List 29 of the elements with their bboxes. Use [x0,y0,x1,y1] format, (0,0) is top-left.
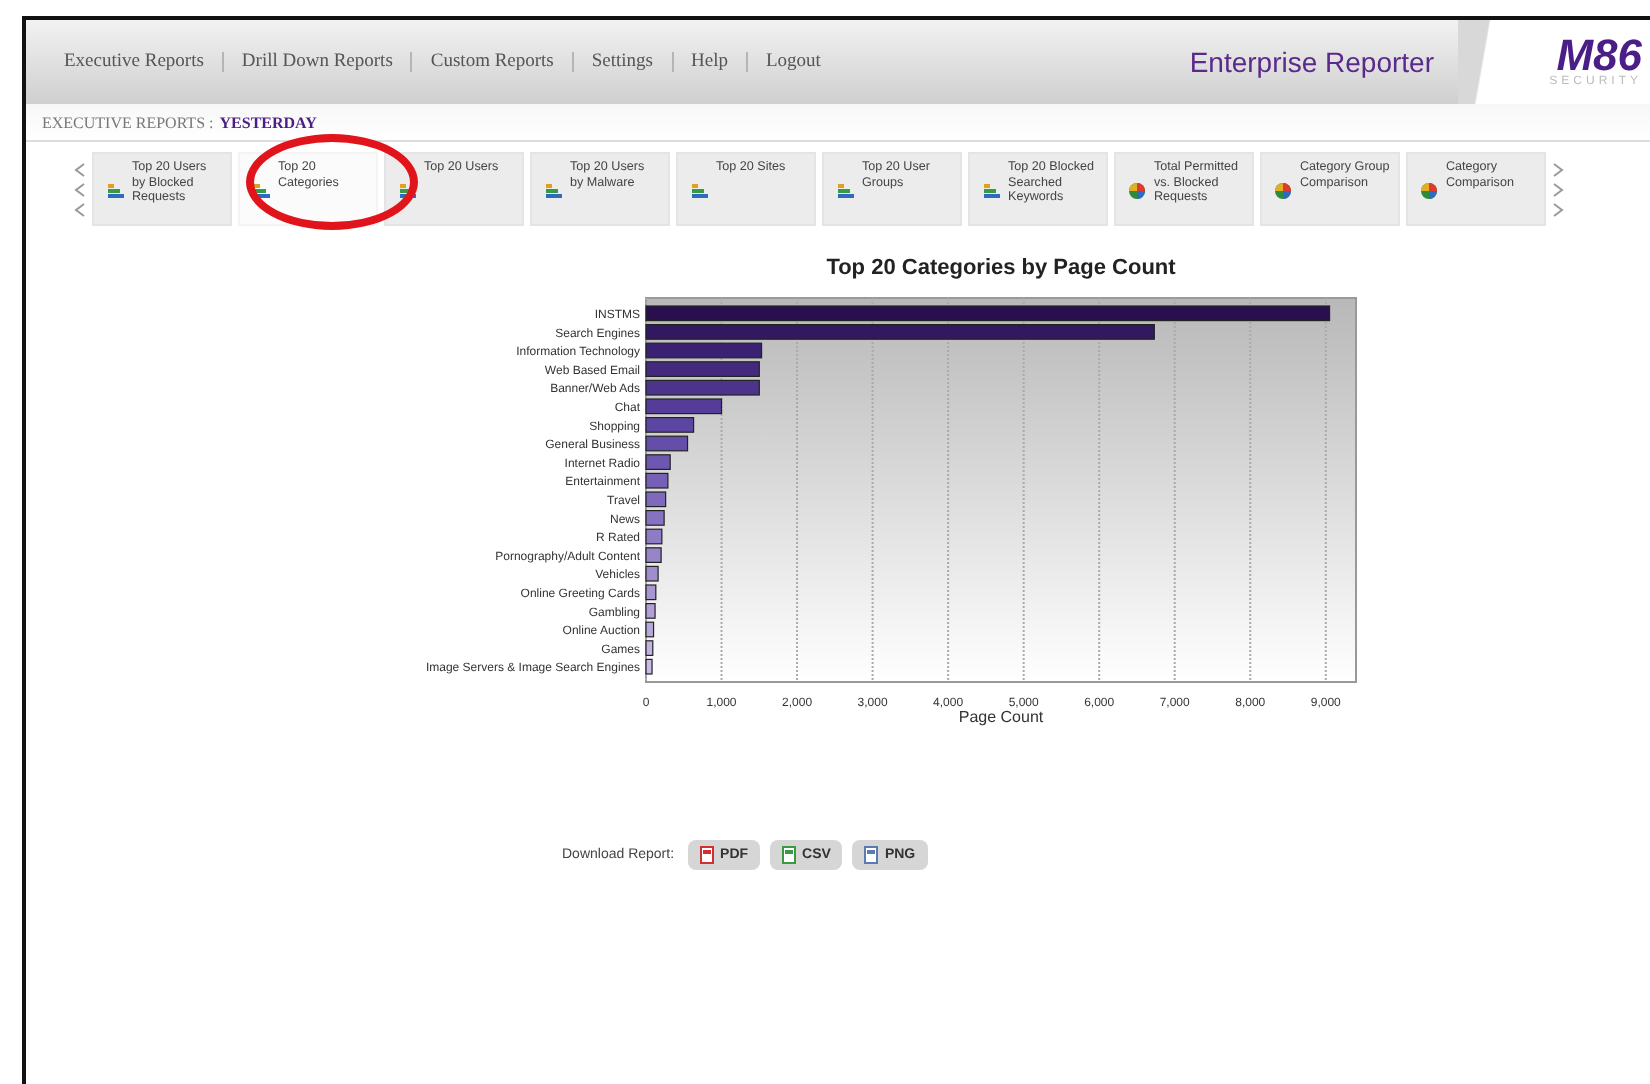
bar-chart-icon [106,181,124,199]
product-name: Enterprise Reporter [1189,46,1434,78]
chart-title: Top 20 Categories by Page Count [826,256,1176,280]
nav-link[interactable]: Executive Reports [46,52,224,72]
bar-chart-icon [836,181,854,199]
bar-chart-icon [398,181,416,199]
axis-title: Page Count [958,708,1044,726]
bar-chart-icon [544,181,562,199]
file-icon [864,846,879,864]
bar [645,528,663,545]
bar [645,472,669,489]
pie-chart-icon [1420,181,1438,199]
scroll-left-icon[interactable] [74,159,86,219]
bar-chart-icon [982,181,1000,199]
bar-chart-icon [252,181,270,199]
nav-link[interactable]: Drill Down Reports [223,52,413,72]
bar-chart-icon [690,181,708,199]
nav-link[interactable]: Logout [747,52,839,72]
bar [645,491,667,508]
breadcrumb-current: YESTERDAY [219,113,317,131]
pie-chart-icon [1274,181,1292,199]
pie-chart-icon [1128,181,1146,199]
nav-link[interactable]: Help [673,52,748,72]
scroll-right-icon[interactable] [1552,159,1564,219]
nav-link[interactable]: Settings [573,52,674,72]
file-icon [700,846,715,864]
breadcrumb-section: EXECUTIVE REPORTS : [42,113,214,131]
file-icon [782,846,797,864]
nav-link[interactable]: Custom Reports [412,52,574,72]
